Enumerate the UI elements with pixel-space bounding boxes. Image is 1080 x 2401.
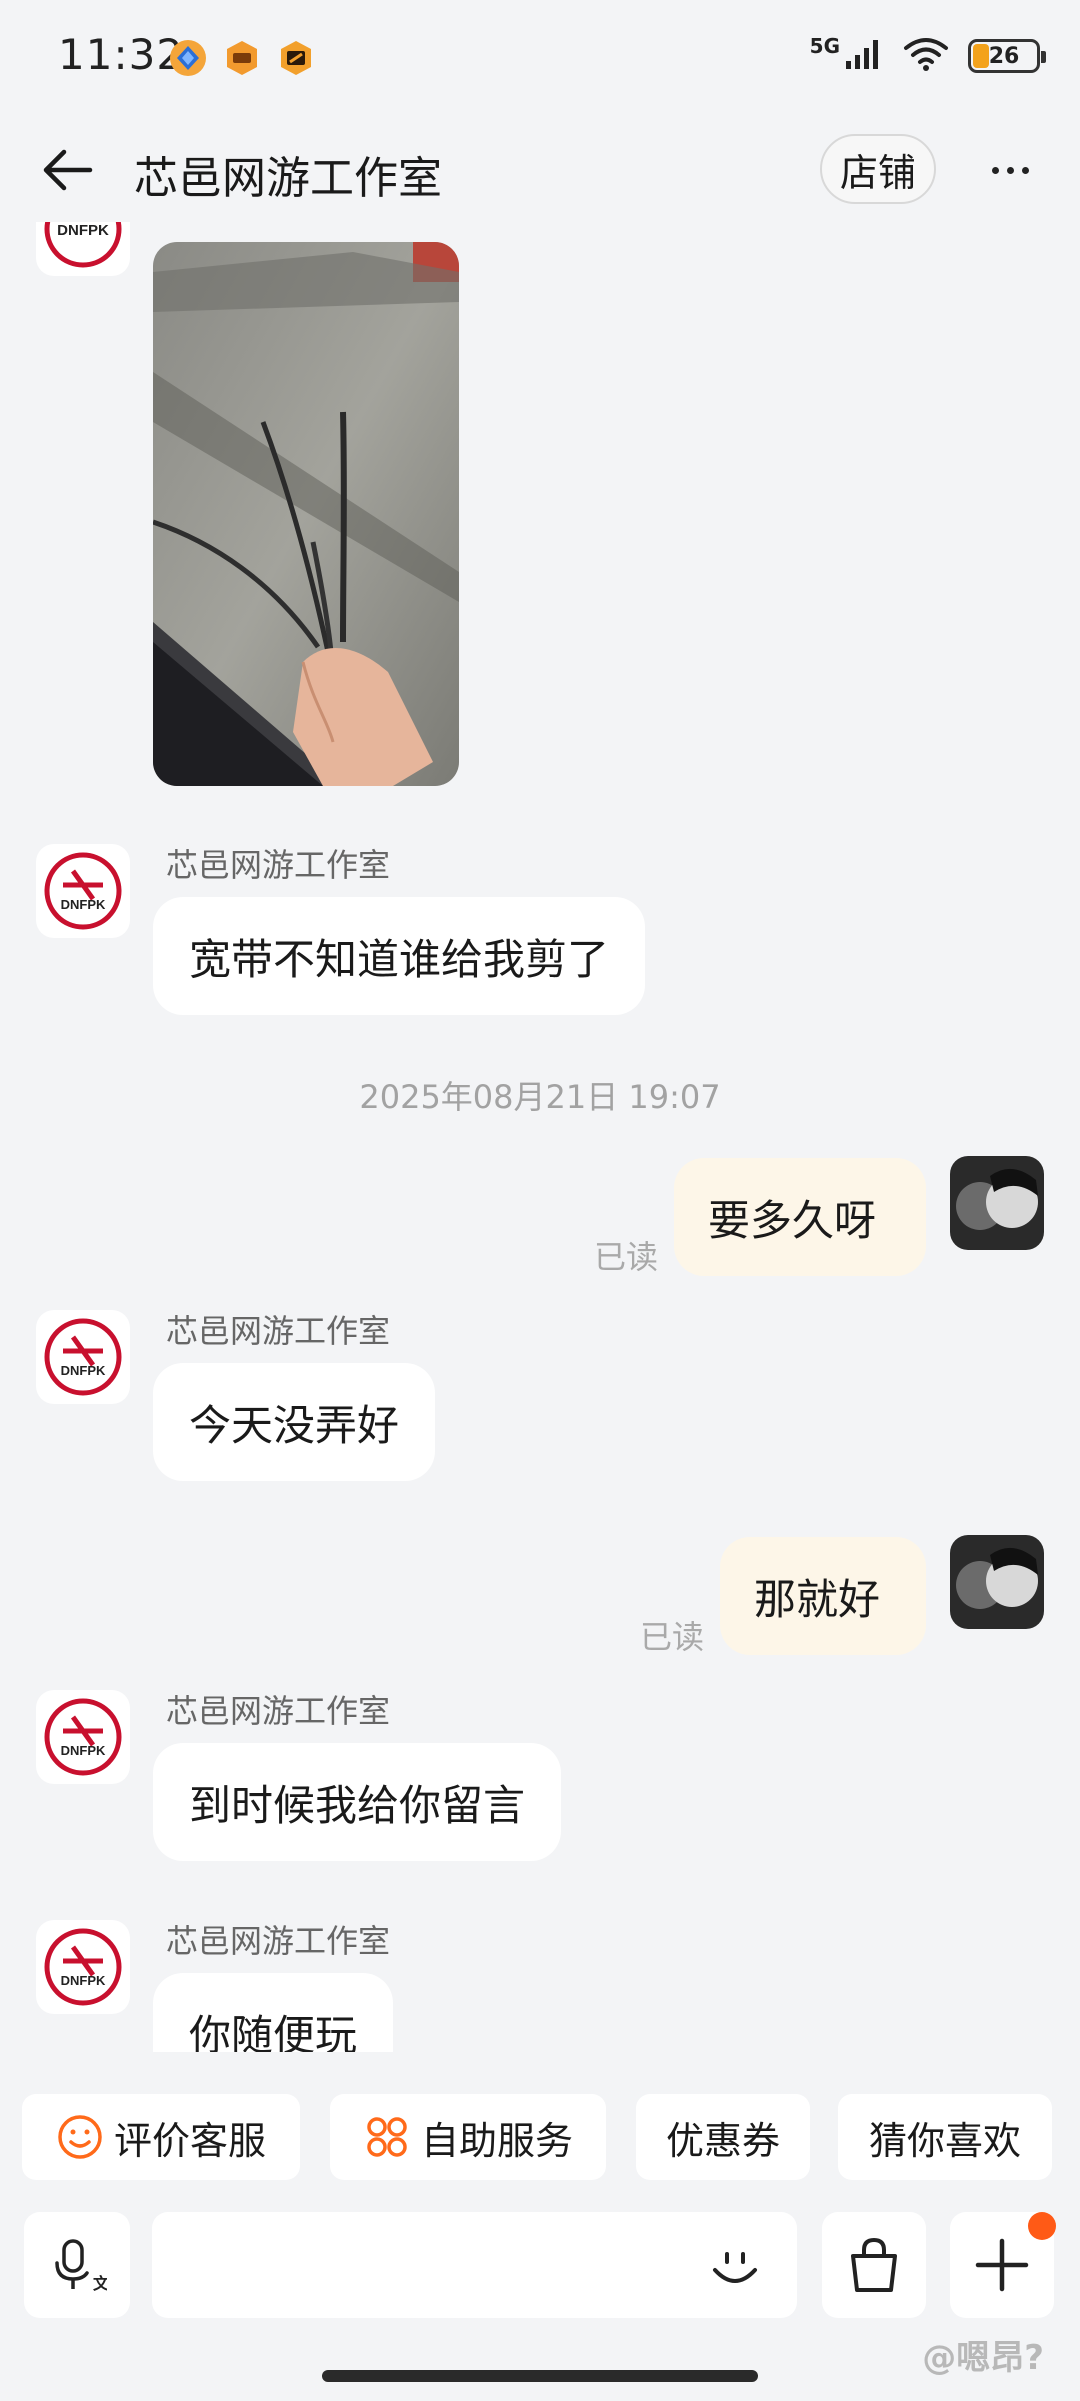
smiley-icon (58, 2115, 102, 2159)
emoji-face-icon (713, 2252, 757, 2283)
emoji-button[interactable] (690, 2228, 780, 2304)
status-app-icons (168, 38, 316, 78)
quick-actions-bar: 评价客服 自助服务 优惠券 猜你喜欢 (0, 2094, 1080, 2180)
more-dot-icon (1021, 166, 1029, 174)
quick-action-label: 评价客服 (113, 2118, 266, 2163)
voice-input-button[interactable]: 文 (24, 2212, 130, 2318)
more-options-button[interactable] (980, 142, 1040, 198)
quick-action-label: 优惠券 (665, 2118, 780, 2163)
sender-name: 芯邑网游工作室 (166, 1692, 391, 1730)
read-status: 已读 (640, 1618, 705, 1656)
svg-text:DNFPK: DNFPK (61, 897, 106, 912)
shop-avatar[interactable]: DNFPK (36, 844, 130, 938)
svg-text:DNFPK: DNFPK (61, 1743, 106, 1758)
coupon-button[interactable]: 优惠券 (636, 2094, 810, 2180)
shop-avatar[interactable]: DNFPK (36, 1310, 130, 1404)
more-dot-icon (991, 166, 999, 174)
user-avatar[interactable] (950, 1535, 1044, 1629)
quick-action-label: 猜你喜欢 (868, 2118, 1021, 2163)
message-bubble[interactable]: 宽带不知道谁给我剪了 (153, 897, 646, 1015)
shop-logo-icon: DNFPK (44, 1928, 122, 2006)
svg-text:DNFPK: DNFPK (61, 1363, 106, 1378)
status-time: 11:32 (58, 30, 185, 79)
network-label: 5G (809, 34, 840, 58)
more-functions-button[interactable] (950, 2212, 1056, 2318)
shop-logo-icon: DNFPK (44, 852, 122, 930)
back-button[interactable] (36, 138, 100, 202)
order-bag-button[interactable] (822, 2212, 926, 2318)
message-bubble[interactable]: 到时候我给你留言 (153, 1743, 562, 1861)
message-bubble[interactable]: 你随便玩 (153, 1973, 394, 2052)
orange-square-app-icon (276, 38, 316, 78)
status-bar: 11:32 5G 26 (0, 0, 1080, 120)
input-bar: 文 (0, 2212, 1080, 2322)
self-service-button[interactable]: 自助服务 (330, 2094, 606, 2180)
svg-text:文: 文 (93, 2274, 107, 2293)
shopping-bag-icon (851, 2237, 897, 2292)
more-dot-icon (1006, 166, 1014, 174)
shop-logo-icon: DNFPK (44, 1318, 122, 1396)
user-avatar[interactable] (950, 1156, 1044, 1250)
battery-level: 26 (988, 43, 1020, 69)
quick-action-label: 自助服务 (420, 2118, 573, 2163)
read-status: 已读 (594, 1238, 659, 1276)
sender-name: 芯邑网游工作室 (166, 1922, 391, 1960)
store-button[interactable]: 店铺 (820, 134, 936, 204)
blue-diamond-app-icon (168, 38, 208, 78)
arrow-left-icon (43, 149, 93, 191)
notification-dot (1028, 2212, 1056, 2240)
message-image[interactable] (153, 242, 459, 786)
shop-avatar[interactable]: DNFPK (36, 1690, 130, 1784)
sender-name: 芯邑网游工作室 (166, 1312, 391, 1350)
battery-icon: 26 (968, 39, 1046, 73)
home-indicator[interactable] (322, 2370, 758, 2382)
wifi-icon (902, 36, 950, 76)
message-bubble[interactable]: 那就好 (720, 1537, 926, 1655)
message-list[interactable]: DNFPK DNFPK 芯邑网游工作室 宽带不知道谁给我剪了 2025年08月2… (0, 222, 1080, 2052)
message-bubble[interactable]: 今天没弄好 (153, 1363, 436, 1481)
chat-header: 芯邑网游工作室 店铺 (0, 120, 1080, 220)
shop-avatar[interactable]: DNFPK (36, 1920, 130, 2014)
watermark: @嗯昂? (922, 2338, 1044, 2378)
signal-icon (844, 37, 884, 75)
recommend-button[interactable]: 猜你喜欢 (838, 2094, 1052, 2180)
shop-avatar[interactable]: DNFPK (36, 222, 130, 276)
orange-hexagon-app-icon (222, 38, 262, 78)
shop-logo-icon: DNFPK (44, 1698, 122, 1776)
microphone-translate-icon: 文 (55, 2239, 107, 2293)
rate-service-button[interactable]: 评价客服 (22, 2094, 300, 2180)
message-bubble[interactable]: 要多久呀 (674, 1158, 926, 1276)
plus-icon (975, 2238, 1029, 2292)
sender-name: 芯邑网游工作室 (166, 846, 391, 884)
svg-text:DNFPK: DNFPK (61, 1973, 106, 1988)
page-title: 芯邑网游工作室 (134, 153, 442, 204)
svg-text:DNFPK: DNFPK (57, 222, 109, 239)
grid-dots-icon (367, 2117, 407, 2157)
status-indicators: 5G 26 (809, 34, 1046, 76)
shop-logo-icon: DNFPK (44, 222, 122, 268)
message-timestamp: 2025年08月21日 19:07 (359, 1078, 721, 1116)
